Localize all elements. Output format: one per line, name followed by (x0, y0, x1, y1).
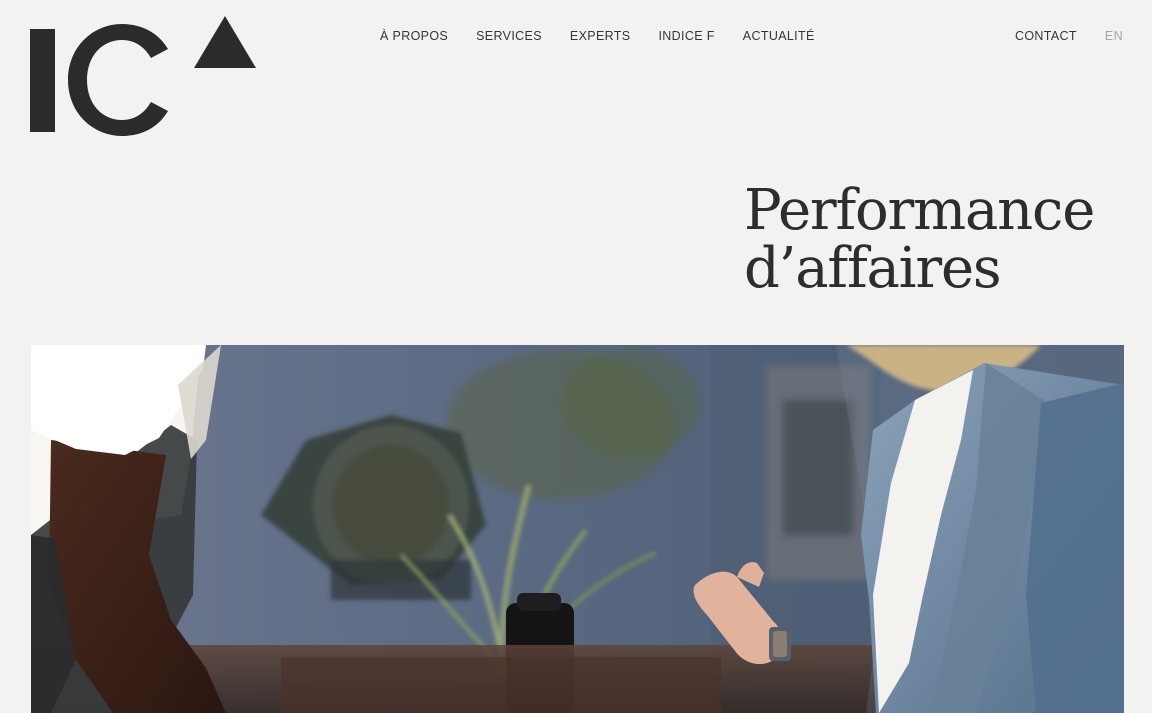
page-title-line-1: Performance (744, 178, 1095, 243)
logo-link[interactable] (30, 16, 256, 136)
nav-services[interactable]: SERVICES (476, 29, 542, 43)
nav-actualite[interactable]: ACTUALITÉ (743, 29, 815, 43)
hero-image (31, 345, 1124, 713)
utility-navigation: CONTACT EN (1015, 29, 1123, 43)
main-navigation: À PROPOS SERVICES EXPERTS INDICE F ACTUA… (380, 29, 815, 43)
site-header: À PROPOS SERVICES EXPERTS INDICE F ACTUA… (0, 0, 1152, 150)
nav-indice-f[interactable]: INDICE F (658, 29, 714, 43)
cafe-scene-image (31, 345, 1124, 713)
page-title-line-2: d’affaires (744, 236, 1002, 301)
ic-triangle-logo (30, 16, 256, 136)
nav-experts[interactable]: EXPERTS (570, 29, 631, 43)
language-switch-en[interactable]: EN (1105, 29, 1123, 43)
nav-a-propos[interactable]: À PROPOS (380, 29, 448, 43)
contact-link[interactable]: CONTACT (1015, 29, 1077, 43)
page-title: Performance d’affaires (744, 182, 1124, 298)
